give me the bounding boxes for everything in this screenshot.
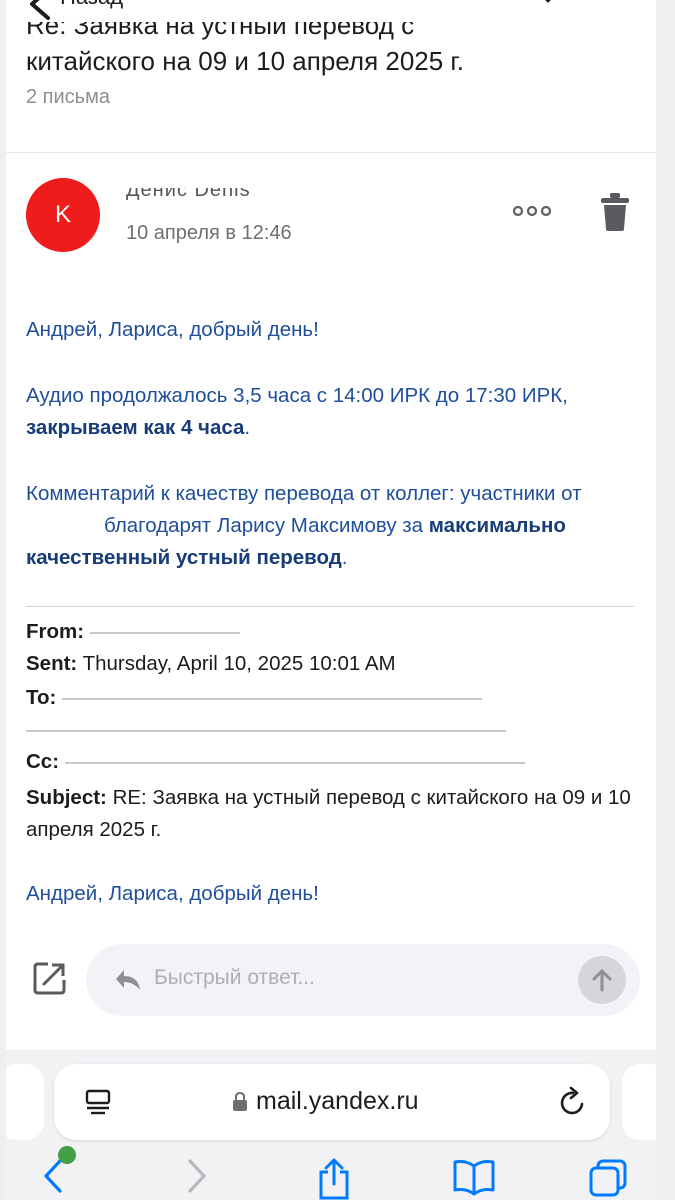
lock-icon	[232, 1091, 248, 1117]
quote-divider	[26, 606, 634, 607]
redacted-text	[26, 729, 506, 732]
previous-tab-preview[interactable]	[6, 1064, 44, 1140]
reader-icon[interactable]	[84, 1088, 112, 1121]
address-bar[interactable]: mail.yandex.ru	[54, 1064, 610, 1140]
tabs-icon[interactable]	[588, 1158, 628, 1200]
send-button[interactable]	[578, 956, 626, 1004]
trash-icon[interactable]	[600, 192, 630, 237]
thread-subject-line1: Re: Заявка на устный перевод с	[26, 22, 415, 40]
bookmarks-icon[interactable]	[452, 1158, 496, 1200]
divider	[6, 152, 656, 153]
letters-count: 2 письма	[26, 86, 110, 108]
url-text[interactable]: mail.yandex.ru	[256, 1087, 419, 1116]
more-options-icon[interactable]	[512, 203, 552, 224]
next-message-icon[interactable]	[604, 0, 644, 11]
reload-icon[interactable]	[558, 1086, 588, 1123]
closing-hours: закрываем как 4 часа	[26, 416, 245, 439]
browser-back-icon[interactable]	[42, 1158, 64, 1199]
status-dot	[58, 1146, 76, 1164]
share-icon[interactable]	[316, 1158, 352, 1200]
browser-forward-icon[interactable]	[186, 1158, 208, 1199]
right-edge	[656, 0, 675, 1200]
thread-header: Re: Заявка на устный перевод с китайског…	[26, 22, 646, 109]
quote-cc: Cc:	[26, 746, 646, 774]
quote-sent: Sent: Thursday, April 10, 2025 10:01 AM	[26, 652, 396, 675]
reply-icon	[114, 968, 142, 997]
quote-greeting: Андрей, Лариса, добрый день!	[26, 882, 319, 905]
thread-subject-line2: китайского на 09 и 10 апреля 2025 г.	[26, 46, 464, 76]
next-tab-preview[interactable]	[622, 1064, 656, 1140]
sender-avatar[interactable]: K	[26, 178, 100, 252]
browser-bar: mail.yandex.ru	[6, 1050, 656, 1200]
redacted-text	[64, 761, 525, 764]
audio-paragraph: Аудио продолжалось 3,5 часа с 14:00 ИРК …	[26, 384, 568, 439]
message-date: 10 апреля в 12:46	[126, 222, 292, 244]
greeting-text: Андрей, Лариса, добрый день!	[26, 318, 319, 341]
quick-reply-placeholder[interactable]: Быстрый ответ...	[154, 966, 315, 990]
close-icon[interactable]	[526, 0, 570, 11]
quality-comment-paragraph: Комментарий к качеству перевода от колле…	[26, 482, 582, 569]
quote-to: To:	[26, 682, 646, 704]
sender-name[interactable]: Денис Denis	[126, 188, 251, 201]
back-button[interactable]: Назад	[60, 0, 123, 10]
mail-page: Назад Re: Заявка на устный перевод с кит…	[6, 0, 656, 1200]
quote-redacted-line	[26, 714, 646, 742]
redacted-text	[89, 631, 240, 634]
quick-reply-field[interactable]: Быстрый ответ...	[86, 944, 640, 1016]
compose-icon[interactable]	[32, 960, 68, 1001]
quote-subject: Subject: RE: Заявка на устный перевод с …	[26, 786, 631, 841]
redacted-text	[26, 512, 104, 532]
redacted-text	[62, 697, 483, 700]
quote-from: From:	[26, 616, 646, 648]
top-nav: Назад	[6, 0, 656, 22]
